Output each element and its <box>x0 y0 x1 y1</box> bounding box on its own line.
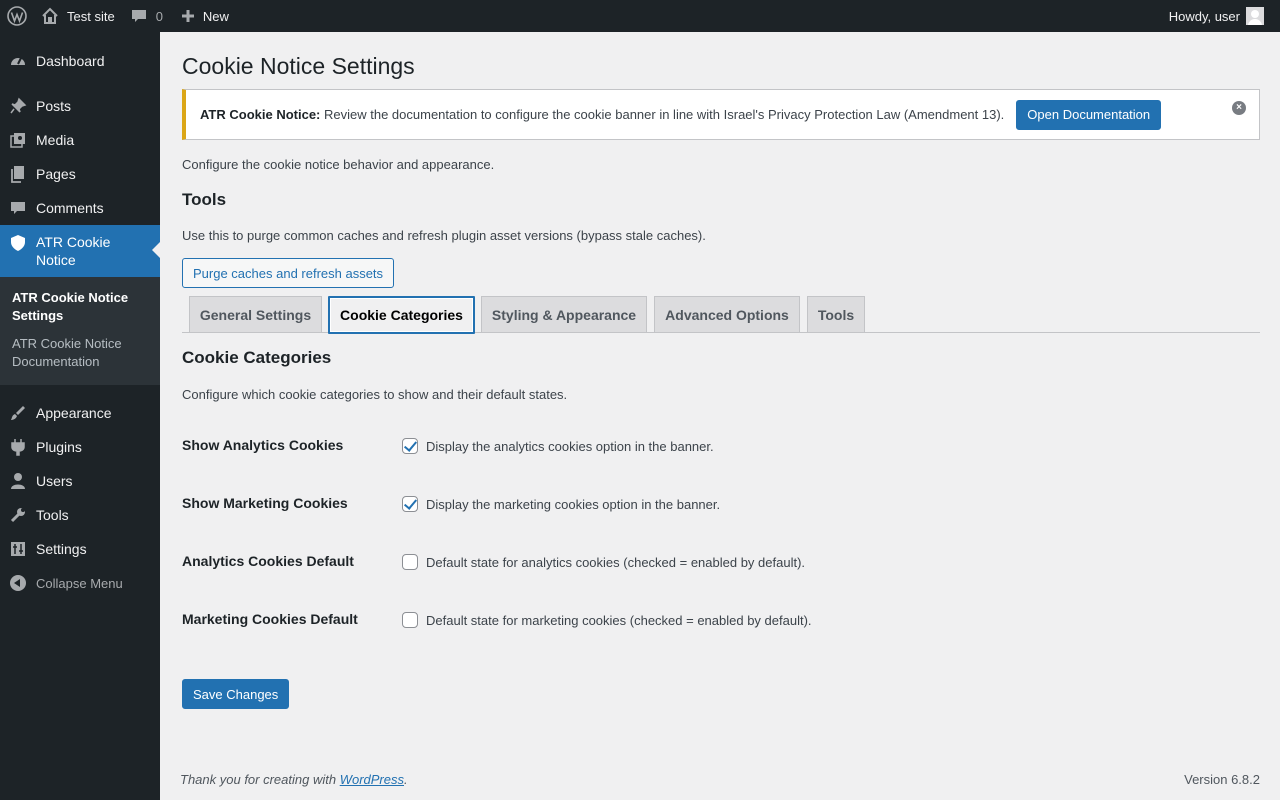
media-icon <box>9 131 27 149</box>
open-documentation-button[interactable]: Open Documentation <box>1016 99 1162 130</box>
sidebar-item-plugins[interactable]: Plugins <box>0 430 160 464</box>
sidebar-item-pages[interactable]: Pages <box>0 157 160 191</box>
documentation-notice: ATR Cookie Notice: Review the documentat… <box>182 89 1260 140</box>
field-description: Display the analytics cookies option in … <box>426 439 714 454</box>
paintbrush-icon <box>9 404 27 422</box>
show-analytics-checkbox[interactable] <box>402 438 418 454</box>
comments-count: 0 <box>155 8 163 24</box>
collapse-menu-label: Collapse Menu <box>36 575 123 591</box>
notice-text: ATR Cookie Notice: Review the documentat… <box>200 107 1004 122</box>
sidebar-item-label: Tools <box>36 507 69 523</box>
submenu: ATR Cookie Notice Settings ATR Cookie No… <box>0 277 160 385</box>
field-label-show-analytics: Show Analytics Cookies <box>182 437 344 453</box>
notice-bold: ATR Cookie Notice: <box>200 107 321 122</box>
sidebar-item-label: Media <box>36 132 75 148</box>
show-marketing-checkbox[interactable] <box>402 496 418 512</box>
site-name-link[interactable]: Test site <box>33 0 123 32</box>
comment-icon <box>131 8 147 24</box>
sidebar-item-appearance[interactable]: Appearance <box>0 396 160 430</box>
admin-bar: Test site 0 New Howdy, user <box>0 0 1280 32</box>
sidebar-item-tools[interactable]: Tools <box>0 498 160 532</box>
comments-link[interactable]: 0 <box>123 0 171 32</box>
field-description: Default state for marketing cookies (che… <box>426 613 812 628</box>
settings-icon <box>9 540 27 558</box>
footer-thanks: Thank you for creating with WordPress. <box>180 772 408 787</box>
tools-description: Use this to purge common caches and refr… <box>182 228 706 243</box>
sidebar-item-label: Plugins <box>36 439 82 455</box>
sidebar-item-label: Dashboard <box>36 53 105 69</box>
tab-tools[interactable]: Tools <box>807 296 865 332</box>
sidebar-item-label: ATR Cookie Notice <box>36 234 111 268</box>
comment-icon <box>9 199 27 217</box>
user-icon <box>9 472 27 490</box>
footer-thanks-text: Thank you for creating with <box>180 772 340 787</box>
save-changes-button[interactable]: Save Changes <box>182 679 290 709</box>
sidebar-item-media[interactable]: Media <box>0 123 160 157</box>
tools-heading: Tools <box>182 190 227 209</box>
field-label-marketing-default: Marketing Cookies Default <box>182 611 358 627</box>
site-name-label: Test site <box>67 8 115 24</box>
sidebar-item-label: Pages <box>36 166 76 182</box>
new-label: New <box>202 8 229 24</box>
sidebar-item-label: Comments <box>36 200 104 216</box>
sidebar-item-users[interactable]: Users <box>0 464 160 498</box>
submenu-item-settings[interactable]: ATR Cookie Notice Settings <box>0 284 160 330</box>
dashboard-icon <box>9 52 27 70</box>
shield-icon <box>9 234 27 252</box>
section-heading: Cookie Categories <box>182 348 332 367</box>
tab-advanced-options[interactable]: Advanced Options <box>654 296 800 332</box>
wrench-icon <box>9 506 27 524</box>
plus-icon <box>181 9 195 23</box>
dismiss-icon[interactable]: × <box>1232 101 1246 115</box>
current-menu-arrow <box>152 242 160 258</box>
section-description: Configure which cookie categories to sho… <box>182 387 568 402</box>
footer-version: Version 6.8.2 <box>1184 772 1260 787</box>
marketing-default-checkbox[interactable] <box>402 612 418 628</box>
sidebar-item-dashboard[interactable]: Dashboard <box>0 44 160 78</box>
intro-text: Configure the cookie notice behavior and… <box>182 157 495 172</box>
new-content-link[interactable]: New <box>171 0 237 32</box>
sidebar-item-label: Users <box>36 473 73 489</box>
sidebar-item-settings[interactable]: Settings <box>0 532 160 566</box>
sidebar-item-atr-cookie-notice[interactable]: ATR Cookie Notice <box>0 225 160 277</box>
tab-styling-appearance[interactable]: Styling & Appearance <box>481 296 647 332</box>
plugin-icon <box>9 438 27 456</box>
field-description: Default state for analytics cookies (che… <box>426 555 806 570</box>
settings-tabs: General Settings Cookie Categories Styli… <box>182 296 1260 334</box>
tab-cookie-categories[interactable]: Cookie Categories <box>328 296 475 334</box>
sidebar-item-label: Settings <box>36 541 87 557</box>
purge-caches-button[interactable]: Purge caches and refresh assets <box>182 258 395 288</box>
notice-body: Review the documentation to configure th… <box>320 107 1005 122</box>
analytics-default-checkbox[interactable] <box>402 554 418 570</box>
my-account-link[interactable]: Howdy, user <box>1161 0 1272 32</box>
pages-icon <box>9 165 27 183</box>
sidebar-item-label: Posts <box>36 98 72 114</box>
tab-general-settings[interactable]: General Settings <box>189 296 322 332</box>
field-label-analytics-default: Analytics Cookies Default <box>182 553 354 569</box>
field-description: Display the marketing cookies option in … <box>426 497 721 512</box>
home-icon <box>41 7 59 25</box>
page-title: Cookie Notice Settings <box>182 53 415 79</box>
pushpin-icon <box>9 97 27 115</box>
howdy-label: Howdy, user <box>1168 8 1240 24</box>
collapse-arrow-icon <box>9 574 27 592</box>
footer-suffix: . <box>404 772 408 787</box>
sidebar-item-label: Appearance <box>36 405 112 421</box>
admin-sidebar: Dashboard Posts Media Pages Comments ATR… <box>0 32 160 800</box>
wordpress-link[interactable]: WordPress <box>340 772 404 787</box>
avatar <box>1246 7 1264 25</box>
field-label-show-marketing: Show Marketing Cookies <box>182 495 348 511</box>
sidebar-item-posts[interactable]: Posts <box>0 89 160 123</box>
submenu-item-documentation[interactable]: ATR Cookie Notice Documentation <box>0 330 160 376</box>
collapse-menu-button[interactable]: Collapse Menu <box>0 566 160 600</box>
wordpress-logo-icon[interactable] <box>0 0 33 32</box>
sidebar-item-comments[interactable]: Comments <box>0 191 160 225</box>
